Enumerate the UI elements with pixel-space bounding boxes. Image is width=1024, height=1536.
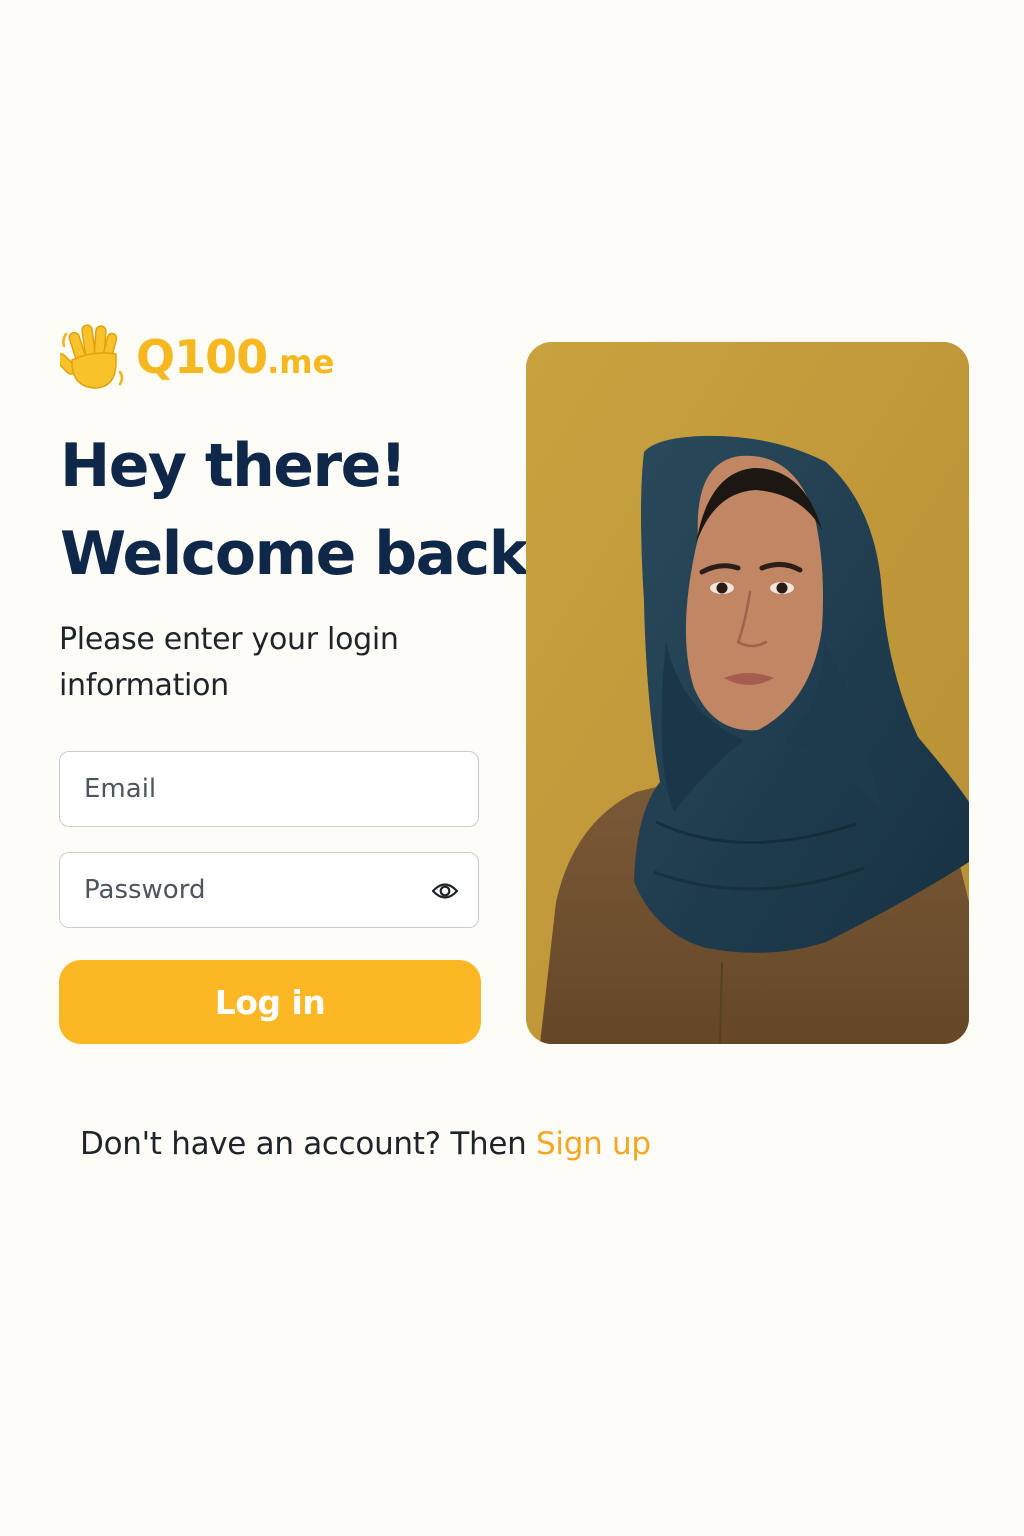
email-field-container: [59, 751, 479, 827]
signup-prompt: Don't have an account? Then Sign up: [80, 1126, 651, 1162]
password-field[interactable]: [60, 853, 478, 927]
profile-photo: [526, 342, 969, 1044]
brand-name: Q100.me: [136, 334, 334, 380]
email-field[interactable]: [60, 752, 478, 826]
login-button[interactable]: Log in: [59, 960, 481, 1044]
eye-icon[interactable]: [430, 877, 460, 905]
brand-name-suffix: .me: [267, 343, 335, 381]
signup-prompt-text: Don't have an account? Then: [80, 1126, 536, 1162]
subtitle: Please enter your login information: [59, 622, 399, 703]
brand-logo: Q100.me: [55, 322, 334, 392]
brand-name-main: Q100: [136, 330, 268, 384]
title-line-2: Welcome back!: [60, 519, 554, 589]
signup-link[interactable]: Sign up: [536, 1126, 651, 1162]
title-line-1: Hey there!: [60, 431, 407, 501]
page-title: Hey there! Welcome back!: [60, 422, 554, 598]
password-field-container: [59, 852, 479, 928]
waving-hand-icon: [55, 322, 128, 392]
